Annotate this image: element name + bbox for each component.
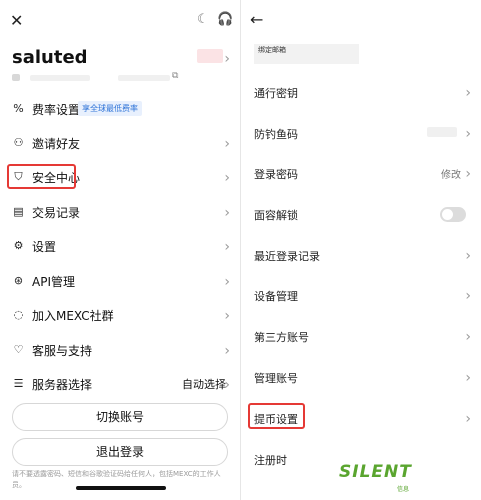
menu-label: 邀请好友	[32, 137, 81, 151]
percent-icon: %	[13, 102, 24, 115]
row-label: 登录密码	[254, 168, 298, 181]
chevron-right-icon: ›	[224, 377, 230, 393]
add-person-icon: ⚇	[13, 136, 24, 149]
menu-label: 设置	[32, 240, 57, 254]
chevron-right-icon: ›	[224, 308, 230, 324]
api-icon: ⊛	[13, 274, 24, 287]
chevron-right-icon: ›	[224, 343, 230, 359]
row-login-password[interactable]: 登录密码 修改 ›	[241, 155, 481, 191]
menu-label: 费率设置	[32, 103, 81, 117]
switch-account-button[interactable]: 切换账号	[12, 403, 228, 431]
row-anti-phishing-pass[interactable]: 通行密钥 ›	[241, 74, 481, 110]
row-anti-phishing-code[interactable]: 防钓鱼码 ›	[241, 115, 481, 151]
chevron-right-icon: ›	[224, 136, 230, 152]
menu-item-invite[interactable]: ⚇ 邀请好友 ›	[0, 126, 240, 160]
row-label: 注册时	[254, 454, 287, 467]
row-label: 通行密钥	[254, 87, 298, 100]
menu-item-settings[interactable]: ⚙ 设置 ›	[0, 229, 240, 263]
row-manage-account[interactable]: 管理账号 ›	[241, 359, 481, 395]
menu-label: 客服与支持	[32, 344, 93, 358]
row-recent-logins[interactable]: 最近登录记录 ›	[241, 237, 481, 273]
chevron-right-icon[interactable]: ›	[224, 52, 230, 66]
back-arrow-icon[interactable]: ←	[250, 12, 263, 28]
email-header: 绑定邮箱	[254, 44, 359, 64]
chevron-right-icon: ›	[465, 166, 471, 182]
gear-icon: ⚙	[13, 239, 24, 252]
chevron-right-icon: ›	[465, 248, 471, 264]
menu-item-community[interactable]: ◌ 加入MEXC社群 ›	[0, 298, 240, 332]
chevron-right-icon: ›	[465, 126, 471, 142]
menu-item-server[interactable]: ☰ 服务器选择 自动选择 ›	[0, 367, 240, 401]
menu-item-fee[interactable]: % 费率设置 享全球最低费率	[0, 92, 240, 126]
row-label: 管理账号	[254, 372, 298, 385]
document-icon: ▤	[13, 205, 24, 218]
menu-item-records[interactable]: ▤ 交易记录 ›	[0, 195, 240, 229]
watermark-subtext: 信息	[397, 486, 410, 493]
menu-label: 交易记录	[32, 206, 81, 220]
row-label: 防钓鱼码	[254, 128, 298, 141]
chevron-right-icon: ›	[224, 239, 230, 255]
row-label: 设备管理	[254, 290, 298, 303]
copy-icon[interactable]: ⧉	[172, 71, 178, 81]
menu-label: 服务器选择	[32, 378, 93, 392]
row-label: 第三方账号	[254, 331, 309, 344]
menu-label: API管理	[32, 275, 75, 289]
email-blurred	[30, 75, 90, 81]
menu-label: 加入MEXC社群	[32, 309, 114, 323]
chevron-right-icon: ›	[465, 411, 471, 427]
home-indicator	[76, 486, 166, 490]
chevron-right-icon: ›	[465, 288, 471, 304]
chevron-right-icon: ›	[465, 370, 471, 386]
row-label: 最近登录记录	[254, 250, 320, 263]
row-third-party[interactable]: 第三方账号 ›	[241, 318, 481, 354]
watermark-logo: SILENT	[339, 462, 412, 482]
chevron-right-icon: ›	[465, 329, 471, 345]
right-panel: ← 绑定邮箱 通行密钥 › 防钓鱼码 › 登录密码 修改 › 面容解锁 最近登录…	[241, 0, 481, 500]
row-label: 面容解锁	[254, 209, 298, 222]
sliders-icon: ☰	[13, 377, 24, 390]
face-unlock-toggle[interactable]	[440, 207, 466, 222]
heart-icon: ♡	[13, 343, 24, 356]
headset-icon[interactable]: 🎧	[217, 13, 233, 27]
row-value: 修改	[441, 170, 461, 181]
chevron-right-icon: ›	[465, 85, 471, 101]
withdraw-highlight-box	[248, 403, 305, 429]
chevron-right-icon: ›	[224, 170, 230, 186]
email-icon	[12, 74, 20, 81]
menu-item-support[interactable]: ♡ 客服与支持 ›	[0, 333, 240, 367]
uid-blurred	[197, 49, 223, 63]
server-value: 自动选择	[182, 378, 226, 391]
moon-icon[interactable]: ☾	[197, 13, 209, 27]
fee-badge: 享全球最低费率	[78, 101, 142, 116]
username: saluted	[12, 47, 88, 68]
menu-item-api[interactable]: ⊛ API管理 ›	[0, 264, 240, 298]
chevron-right-icon: ›	[224, 274, 230, 290]
chat-icon: ◌	[13, 308, 24, 321]
chevron-right-icon: ›	[224, 205, 230, 221]
anti-phishing-value-blurred	[427, 127, 457, 137]
close-icon[interactable]: ✕	[10, 13, 23, 29]
logout-button[interactable]: 退出登录	[12, 438, 228, 466]
left-panel: ✕ ☾ 🎧 saluted › ⧉ % 费率设置 享全球最低费率 ⚇ 邀请好友 …	[0, 0, 240, 500]
row-device-management[interactable]: 设备管理 ›	[241, 277, 481, 313]
uid-text-blurred	[118, 75, 170, 81]
security-highlight-box	[7, 164, 76, 189]
row-face-unlock[interactable]: 面容解锁	[241, 196, 481, 232]
